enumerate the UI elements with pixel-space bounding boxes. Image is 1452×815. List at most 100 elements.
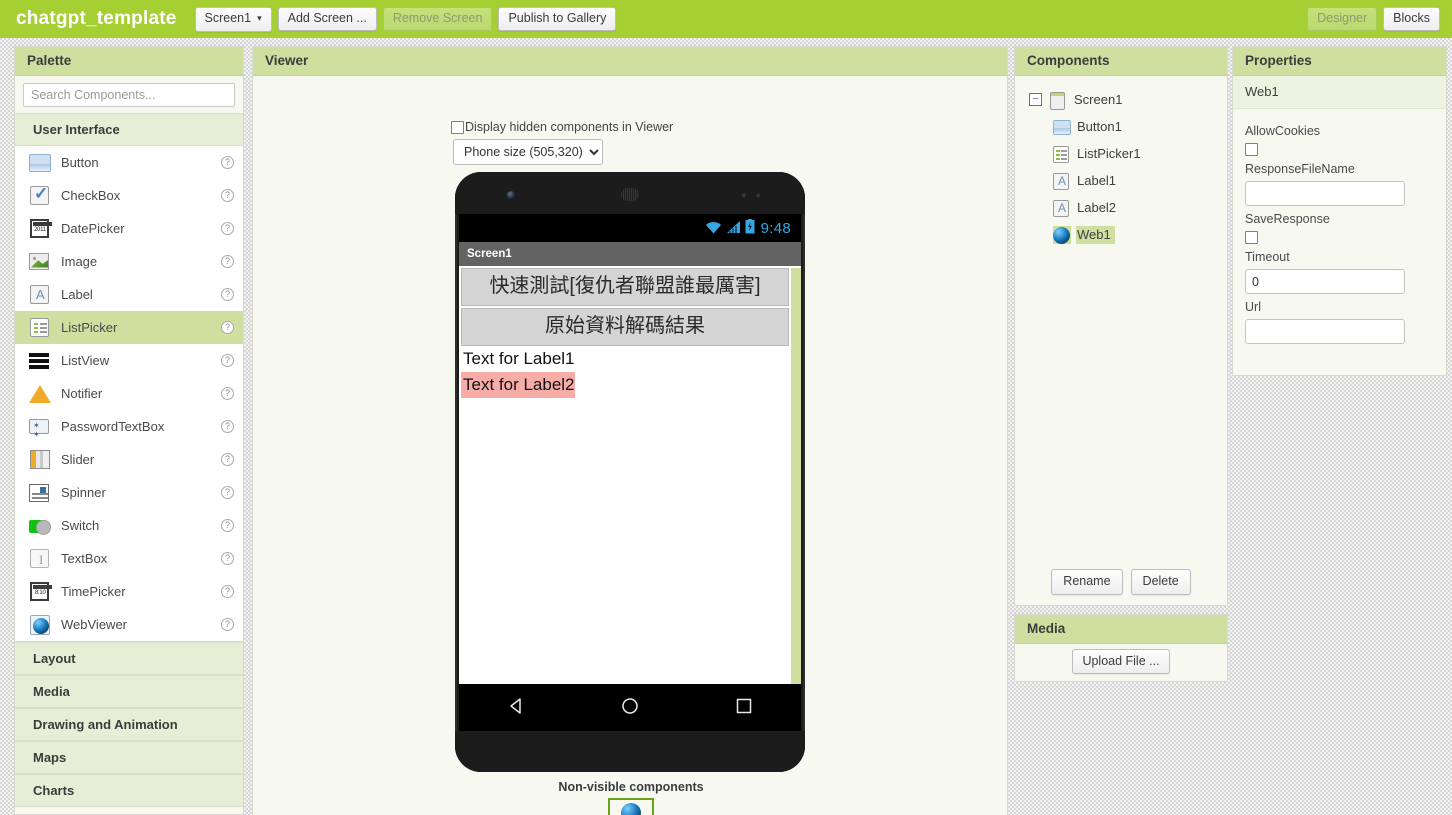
palette-item-datepicker[interactable]: DatePicker? (15, 212, 243, 245)
signal-icon (726, 220, 741, 237)
tree-item-web1[interactable]: Web1 (1015, 221, 1227, 248)
palette-item-label: Image (61, 254, 98, 269)
palette-item-notifier[interactable]: Notifier? (15, 377, 243, 410)
palette-item-label: DatePicker (61, 221, 125, 236)
palette-item-timepicker[interactable]: TimePicker? (15, 575, 243, 608)
tree-item-button1[interactable]: Button1 (1015, 113, 1227, 140)
media-body: Upload File ... (1015, 644, 1227, 677)
spinner-icon (29, 482, 51, 504)
form-canvas[interactable]: 快速測試[復仇者聯盟誰最厲害] 原始資料解碼結果 Text for Label1… (459, 268, 801, 686)
palette-item-textbox[interactable]: TextBox? (15, 542, 243, 575)
help-icon[interactable]: ? (221, 387, 234, 400)
help-icon[interactable]: ? (221, 486, 234, 499)
delete-button[interactable]: Delete (1130, 569, 1191, 595)
palette-category-user-interface[interactable]: User Interface (15, 113, 243, 146)
palette-item-spinner[interactable]: Spinner? (15, 476, 243, 509)
components-panel: Components − Screen1 Button1 ListPicker1 Lab… (1014, 46, 1228, 606)
label-icon (1053, 199, 1071, 217)
palette-item-slider[interactable]: Slider? (15, 443, 243, 476)
palette-category-drawing-and-animation[interactable]: Drawing and Animation (15, 708, 243, 741)
palette-item-listview[interactable]: ListView? (15, 344, 243, 377)
help-icon[interactable]: ? (221, 222, 234, 235)
palette-category-media[interactable]: Media (15, 675, 243, 708)
blocks-tab-button[interactable]: Blocks (1383, 7, 1440, 31)
mock-label1[interactable]: Text for Label1 (461, 346, 575, 372)
recents-button-icon[interactable] (734, 696, 754, 719)
palette-item-button[interactable]: Button? (15, 146, 243, 179)
property-label-allowcookies: AllowCookies (1245, 124, 1321, 138)
tree-item-label1[interactable]: Label1 (1015, 167, 1227, 194)
property-checkbox-saveresponse[interactable] (1245, 231, 1258, 244)
palette-user-interface-list: Button?CheckBox?DatePicker?Image?Label?L… (15, 146, 243, 642)
media-title: Media (1015, 615, 1227, 644)
help-icon[interactable]: ? (221, 618, 234, 631)
property-input-responsefilename[interactable] (1245, 181, 1405, 206)
help-icon[interactable]: ? (221, 321, 234, 334)
palette-item-label[interactable]: Label? (15, 278, 243, 311)
palette-item-image[interactable]: Image? (15, 245, 243, 278)
help-icon[interactable]: ? (221, 255, 234, 268)
property-label-timeout: Timeout (1245, 250, 1290, 264)
media-panel: Media Upload File ... (1014, 614, 1228, 682)
help-icon[interactable]: ? (221, 288, 234, 301)
tree-item-listpicker1[interactable]: ListPicker1 (1015, 140, 1227, 167)
phone-size-select[interactable]: Phone size (505,320)Tablet size (675,480… (453, 139, 603, 165)
back-button-icon[interactable] (506, 696, 526, 719)
help-icon[interactable]: ? (221, 420, 234, 433)
tree-item-screen1[interactable]: − Screen1 (1015, 86, 1227, 113)
mock-label2[interactable]: Text for Label2 (461, 372, 575, 398)
remove-screen-button[interactable]: Remove Screen (382, 7, 493, 31)
non-visible-component-web1[interactable]: Web1 (608, 798, 654, 815)
help-icon[interactable]: ? (221, 354, 234, 367)
palette-category-maps[interactable]: Maps (15, 741, 243, 774)
palette-item-switch[interactable]: Switch? (15, 509, 243, 542)
mock-button1[interactable]: 快速測試[復仇者聯盟誰最厲害] (461, 268, 789, 306)
palette-item-checkbox[interactable]: CheckBox? (15, 179, 243, 212)
screen-title-label: Screen1 (467, 248, 512, 260)
display-hidden-components-checkbox[interactable] (451, 120, 464, 134)
datepicker-icon (29, 218, 52, 240)
tree-item-label2[interactable]: Label2 (1015, 194, 1227, 221)
android-status-bar: 9:48 (459, 214, 801, 242)
palette-item-label: Notifier (61, 386, 103, 401)
help-icon[interactable]: ? (221, 552, 234, 565)
palette-category-charts[interactable]: Charts (15, 774, 243, 807)
add-screen-button[interactable]: Add Screen ... (277, 7, 377, 31)
property-input-timeout[interactable] (1245, 269, 1405, 294)
help-icon[interactable]: ? (221, 453, 234, 466)
button-icon (29, 152, 51, 174)
property-input-url[interactable] (1245, 319, 1405, 344)
label-icon (29, 284, 51, 306)
rename-button[interactable]: Rename (1051, 569, 1123, 595)
property-label-url: Url (1245, 300, 1261, 314)
palette-item-webviewer[interactable]: WebViewer? (15, 608, 243, 641)
properties-body: AllowCookies ResponseFileName SaveResponse… (1233, 109, 1446, 356)
component-actions: Rename Delete (1015, 569, 1227, 595)
palette-item-label: TextBox (61, 551, 108, 566)
form-scrollbar[interactable] (791, 268, 801, 686)
palette-item-passwordtextbox[interactable]: PasswordTextBox? (15, 410, 243, 443)
palette-category-layout[interactable]: Layout (15, 642, 243, 675)
help-icon[interactable]: ? (221, 156, 234, 169)
designer-tab-button[interactable]: Designer (1307, 7, 1378, 31)
help-icon[interactable]: ? (221, 585, 234, 598)
phone-mockup: 9:48 Screen1 快速測試[復仇者聯盟誰最厲害] 原始資料解碼結果 Te… (455, 172, 805, 772)
tree-collapse-icon[interactable]: − (1029, 93, 1042, 106)
status-bar-time: 9:48 (760, 219, 791, 237)
notifier-icon (29, 383, 53, 405)
help-icon[interactable]: ? (221, 519, 234, 532)
search-components-input[interactable] (23, 83, 235, 107)
upload-file-button[interactable]: Upload File ... (1072, 649, 1170, 674)
property-checkbox-allowcookies[interactable] (1245, 143, 1258, 156)
palette-item-listpicker[interactable]: ListPicker? (15, 311, 243, 344)
help-icon[interactable]: ? (221, 189, 234, 202)
mock-listpicker1[interactable]: 原始資料解碼結果 (461, 308, 789, 346)
label-icon (1053, 172, 1071, 190)
palette-item-label: CheckBox (61, 188, 121, 203)
palette-item-label: Slider (61, 452, 95, 467)
screen-selector-dropdown[interactable]: Screen1 ▾ (194, 6, 272, 32)
properties-title: Properties (1233, 47, 1446, 76)
viewer-body: Display hidden components in Viewer Phon… (253, 76, 1007, 815)
home-button-icon[interactable] (620, 696, 640, 719)
publish-to-gallery-button[interactable]: Publish to Gallery (498, 7, 617, 31)
